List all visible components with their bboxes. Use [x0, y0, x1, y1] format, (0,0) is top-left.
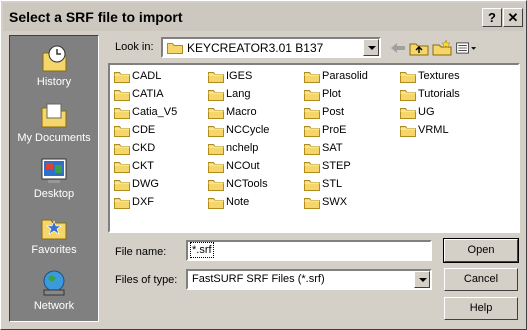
place-history[interactable]: History: [10, 42, 98, 98]
help-title-button[interactable]: ?: [482, 8, 502, 27]
cancel-button[interactable]: Cancel: [444, 268, 518, 291]
folder-icon: [208, 72, 224, 83]
folder-name: VRML: [418, 124, 449, 136]
place-desktop[interactable]: Desktop: [10, 154, 98, 210]
folder-name: CKT: [132, 160, 154, 172]
folder-name: STEP: [322, 160, 351, 172]
folder-icon: [208, 126, 224, 137]
folder-icon: [114, 72, 130, 83]
view-menu-icon[interactable]: [455, 39, 477, 57]
folder-name: CDE: [132, 124, 156, 136]
folder-name: CKD: [132, 142, 156, 154]
open-button[interactable]: Open: [443, 238, 519, 263]
file-name-label: File name:: [115, 246, 167, 258]
place-label: Favorites: [31, 244, 77, 256]
desktop-icon: [41, 158, 67, 183]
file-name-input[interactable]: *.srf: [186, 240, 432, 261]
folder-icon: [304, 180, 320, 191]
folder-name: Note: [226, 196, 250, 208]
place-my-documents[interactable]: My Documents: [10, 98, 98, 154]
folder-name: SWX: [322, 196, 348, 208]
folder-icon: [400, 90, 416, 101]
place-label: Network: [33, 300, 75, 312]
folder-icon: [114, 180, 130, 191]
folder-name: STL: [322, 178, 343, 190]
folder-icon: [208, 198, 224, 209]
folder-icon: [400, 72, 416, 83]
places-bar: History My Documents Desktop Favorites N…: [9, 35, 99, 322]
folder-name: CATIA: [132, 88, 164, 100]
folder-name: Textures: [418, 70, 460, 82]
file-name-value: *.srf: [190, 242, 214, 258]
folder-name: NCCycle: [226, 124, 270, 136]
look-in-combo[interactable]: KEYCREATOR3.01 B137: [161, 37, 381, 58]
close-button[interactable]: ✕: [503, 8, 523, 27]
folder-name: Macro: [226, 106, 257, 118]
folder-name: Tutorials: [418, 88, 460, 100]
files-of-type-value: FastSURF SRF Files (*.srf): [192, 273, 325, 285]
files-of-type-dropdown-button[interactable]: [414, 271, 430, 288]
folder-icon: [114, 108, 130, 119]
folder-icon: [304, 162, 320, 173]
place-favorites[interactable]: Favorites: [10, 210, 98, 266]
folder-icon: [400, 108, 416, 119]
folder-name: SAT: [322, 142, 343, 154]
folder-icon: [304, 72, 320, 83]
folder-icon: [304, 198, 320, 209]
folder-name: DWG: [132, 178, 159, 190]
folder-name: Catia_V5: [132, 106, 178, 118]
look-in-label: Look in:: [115, 41, 154, 53]
import-dialog: Select a SRF file to import ? ✕ History …: [0, 0, 527, 330]
folder-icon: [304, 144, 320, 155]
folder-name: Post: [322, 106, 345, 118]
files-of-type-combo[interactable]: FastSURF SRF Files (*.srf): [186, 269, 432, 290]
folder-icon: [400, 126, 416, 137]
look-in-dropdown-button[interactable]: [363, 39, 379, 56]
folder-name: NCOut: [226, 160, 260, 172]
folder-name: Parasolid: [322, 70, 368, 82]
title-bar: Select a SRF file to import ? ✕: [3, 3, 524, 31]
dialog-title: Select a SRF file to import: [9, 9, 183, 25]
folder-icon: [208, 180, 224, 191]
place-network[interactable]: Network: [10, 266, 98, 322]
folder-name: UG: [418, 106, 435, 118]
place-label: History: [36, 76, 72, 88]
folder-icon: [304, 126, 320, 137]
place-label: My Documents: [17, 132, 91, 144]
folder-icon: [114, 144, 130, 155]
folder-icon: [114, 90, 130, 101]
folder-icon: [208, 144, 224, 155]
folder-icon: [208, 90, 224, 101]
help-button[interactable]: Help: [444, 297, 518, 320]
folder-name: Plot: [322, 88, 341, 100]
folder-name: NCTools: [226, 178, 268, 190]
folder-name: DXF: [132, 196, 154, 208]
folder-name: Lang: [226, 88, 251, 100]
create-new-folder-icon[interactable]: [431, 39, 453, 57]
back-icon[interactable]: [387, 39, 409, 57]
folder-icon: [304, 90, 320, 101]
history-icon: [42, 45, 67, 72]
up-one-level-icon[interactable]: [408, 39, 430, 57]
folder-name: IGES: [226, 70, 253, 82]
folder-name: nchelp: [226, 142, 259, 154]
place-label: Desktop: [33, 188, 75, 200]
folder-icon: [114, 198, 130, 209]
folder-icon: [304, 108, 320, 119]
folder-icon: [114, 126, 130, 137]
folder-name: CADL: [132, 70, 162, 82]
file-list: CADL CATIA Catia_V5 CDE CKD CKT DWG DXF IGES Lang…: [108, 63, 520, 233]
folder-icon: [208, 108, 224, 119]
look-in-value: KEYCREATOR3.01 B137: [187, 41, 324, 55]
my-documents-icon: [41, 103, 67, 128]
folder-icon: [114, 162, 130, 173]
favorites-icon: [41, 219, 67, 240]
folder-name: ProE: [322, 124, 347, 136]
files-of-type-label: Files of type:: [115, 274, 178, 286]
network-icon: [43, 270, 65, 296]
folder-icon: [208, 162, 224, 173]
folder-icon: [167, 43, 183, 54]
